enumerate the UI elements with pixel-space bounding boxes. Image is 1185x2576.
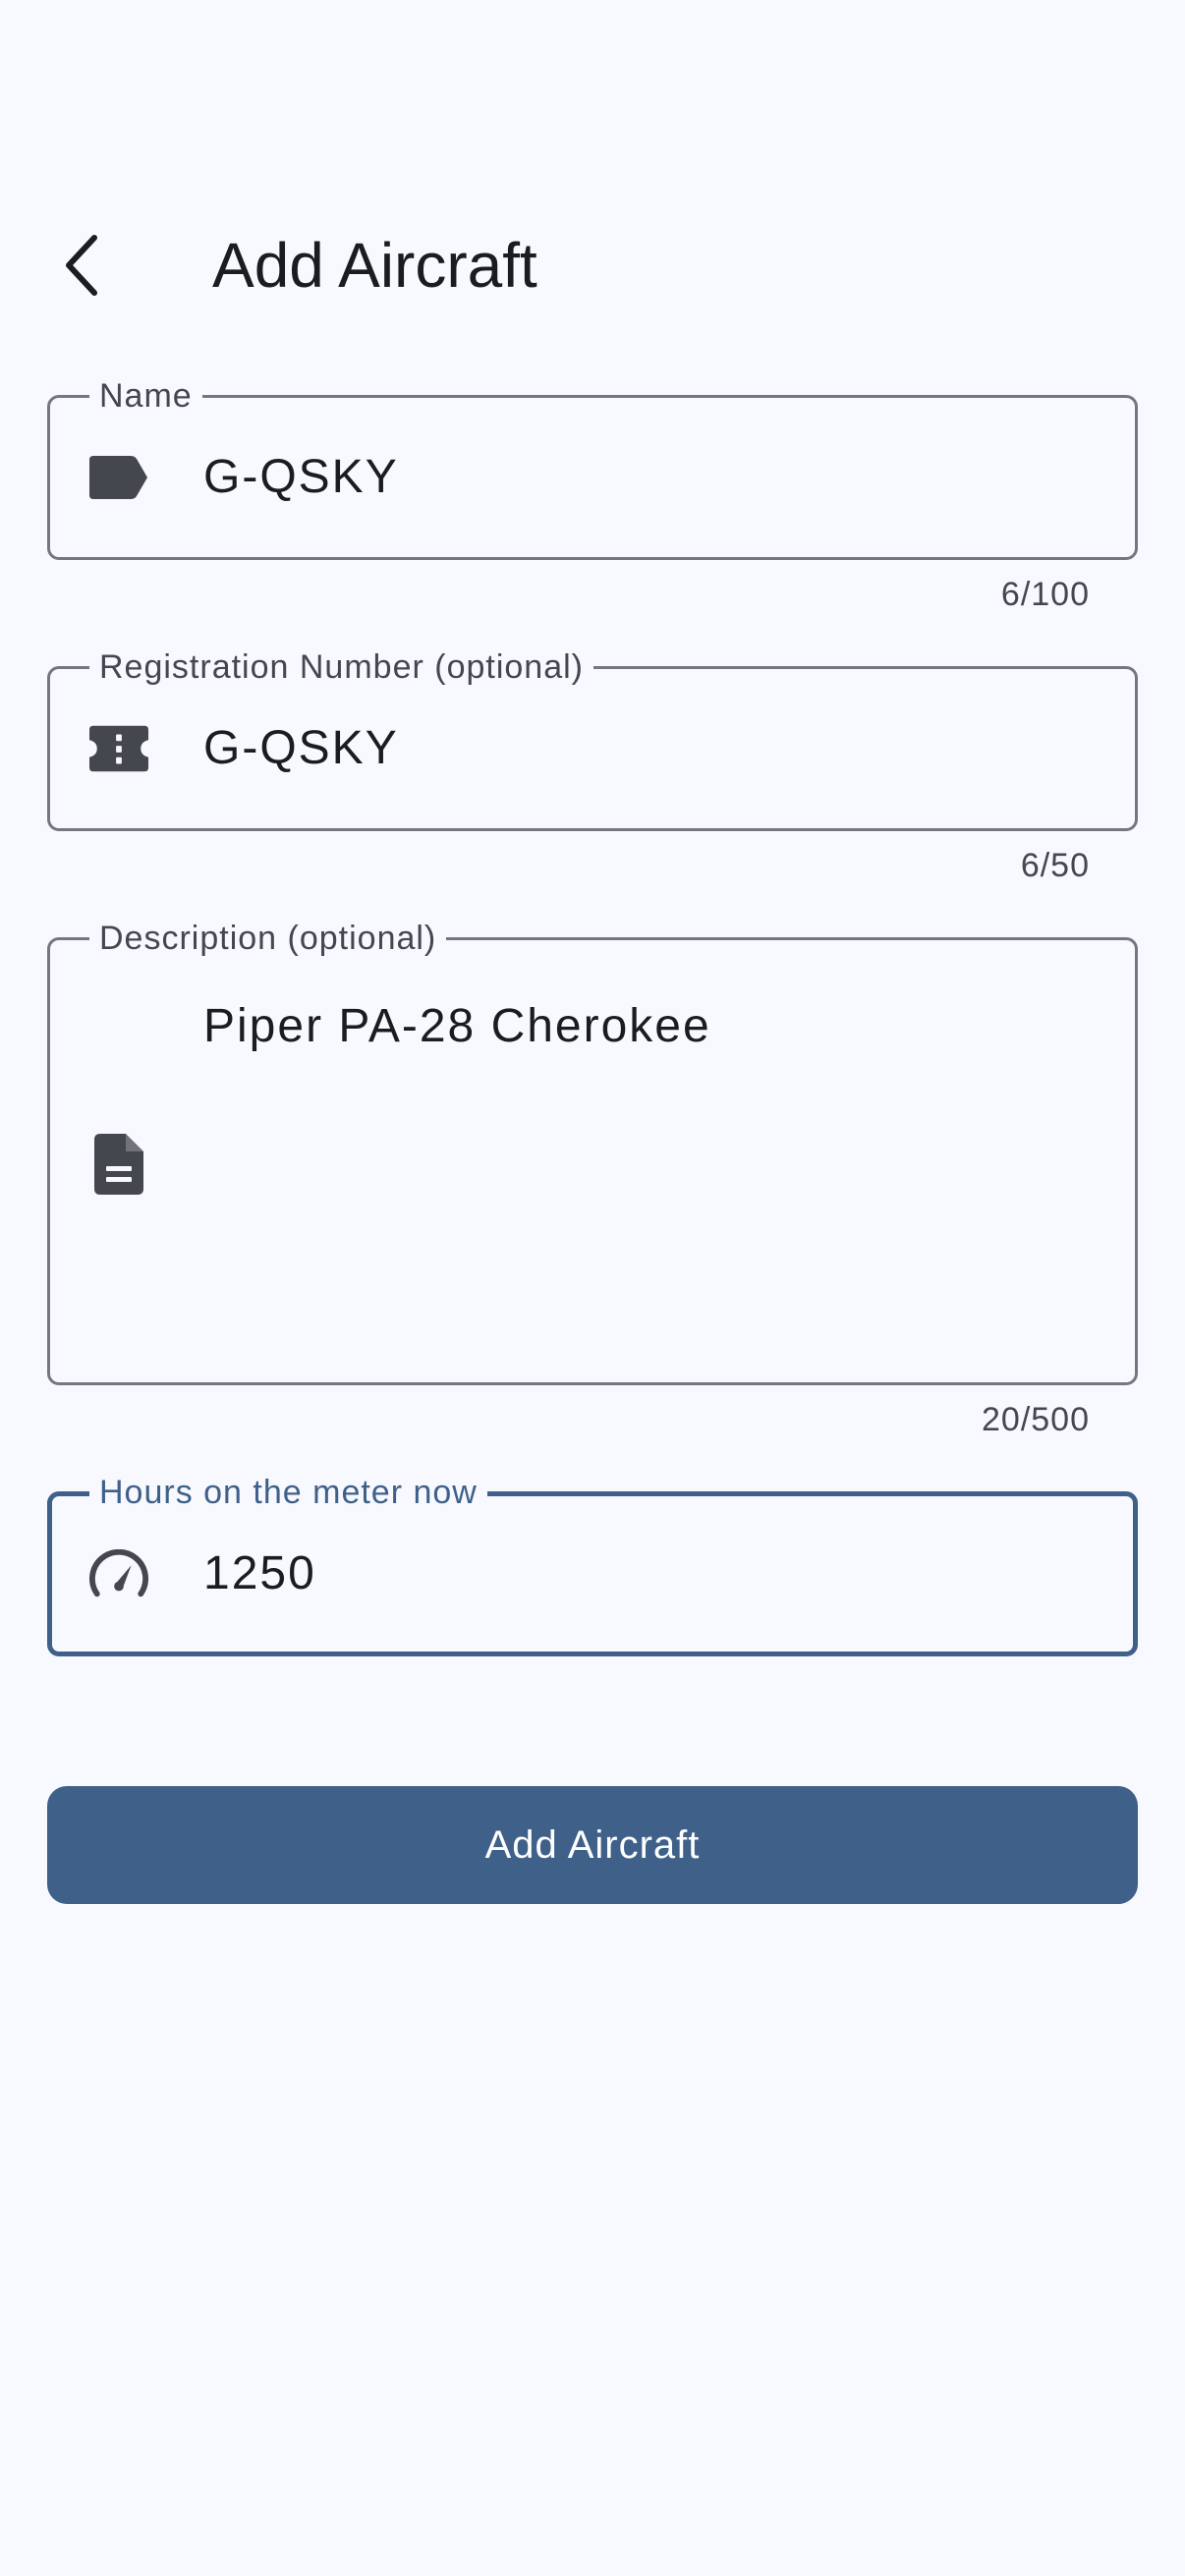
chevron-left-icon: [66, 235, 97, 296]
name-input[interactable]: G-QSKY: [203, 448, 1096, 507]
description-char-counter: 20/500: [982, 1401, 1090, 1438]
label-tag-icon: [89, 448, 148, 507]
speedometer-icon: [89, 1544, 148, 1603]
add-aircraft-button[interactable]: Add Aircraft: [47, 1786, 1138, 1904]
hours-input[interactable]: 1250: [203, 1544, 1094, 1603]
document-icon: [89, 1134, 148, 1195]
name-char-counter: 6/100: [1000, 576, 1090, 613]
hours-field[interactable]: Hours on the meter now 1250: [47, 1473, 1138, 1656]
description-field[interactable]: Description (optional) Piper PA-28 Chero…: [47, 919, 1138, 1385]
ticket-icon: [89, 719, 148, 778]
back-button[interactable]: [43, 216, 122, 314]
name-field-label: Name: [89, 376, 202, 416]
registration-field-label: Registration Number (optional): [89, 647, 593, 687]
page-title: Add Aircraft: [212, 230, 537, 301]
registration-input[interactable]: G-QSKY: [203, 719, 1096, 778]
description-field-label: Description (optional): [89, 919, 447, 958]
registration-char-counter: 6/50: [1020, 847, 1090, 884]
description-input[interactable]: Piper PA-28 Cherokee: [203, 997, 1096, 1056]
registration-field[interactable]: Registration Number (optional) G-QSKY: [47, 647, 1138, 831]
hours-field-label: Hours on the meter now: [89, 1473, 487, 1512]
app-bar: Add Aircraft: [0, 196, 1185, 334]
name-field[interactable]: Name G-QSKY: [47, 376, 1138, 560]
